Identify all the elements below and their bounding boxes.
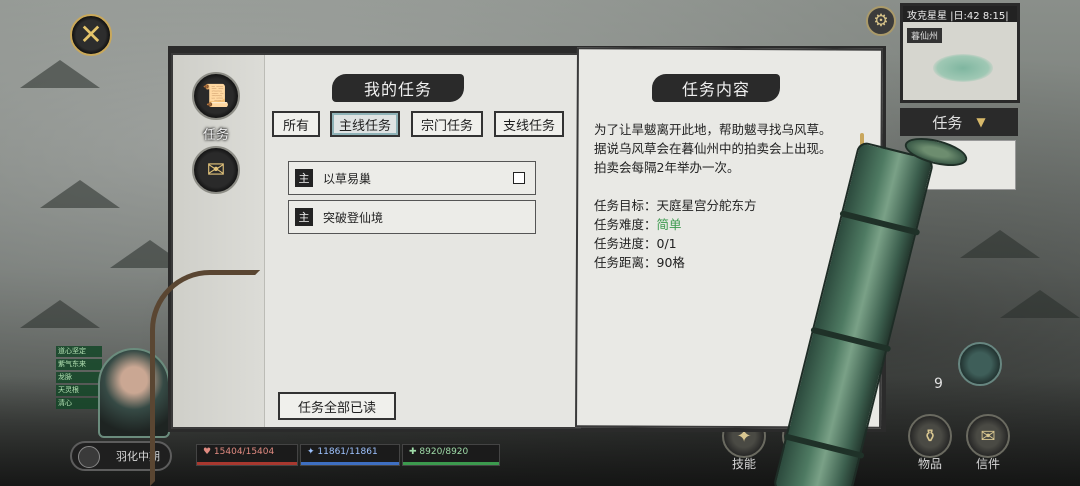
minimap-lake bbox=[933, 54, 993, 82]
bamboo-node bbox=[839, 210, 921, 236]
stamina-fill bbox=[403, 462, 499, 465]
map-mountain bbox=[960, 230, 1040, 258]
quest-type-badge: 主 bbox=[295, 208, 313, 226]
filter-tab-side[interactable]: 支线任务 bbox=[494, 111, 564, 137]
field-label: 任务目标： bbox=[594, 198, 657, 213]
close-icon: ✕ bbox=[79, 18, 103, 51]
status-item: 龙脉 bbox=[56, 372, 102, 383]
player-status-list: 道心坚定 紫气东来 龙脉 天灵根 清心 bbox=[56, 346, 102, 411]
filter-tab-sect[interactable]: 宗门任务 bbox=[411, 111, 483, 137]
task-dropdown-label: 任务 bbox=[932, 113, 963, 132]
field-label: 任务难度： bbox=[594, 217, 657, 232]
quest-row[interactable]: 主 突破登仙境 bbox=[288, 200, 536, 234]
filter-tab-main[interactable]: 主线任务 bbox=[330, 111, 400, 137]
quest-detail-title: 任务内容 bbox=[652, 74, 780, 102]
mail-glyph: ✉ bbox=[980, 425, 996, 447]
difficulty-value: 简单 bbox=[656, 217, 682, 232]
quest-description[interactable]: 为了让旱魃离开此地，帮助魃寻找乌风草。 据说乌风草会在暮仙州中的拍卖会上出现。 … bbox=[594, 120, 856, 306]
minimap-title: 攻克星星 |日:42 8:15| bbox=[903, 6, 1017, 22]
mark-all-read-button[interactable]: 任务全部已读 bbox=[278, 392, 396, 420]
status-item: 紫气东来 bbox=[56, 359, 102, 370]
field-value: 天庭星宫分舵东方 bbox=[656, 198, 757, 213]
bottom-label-items: 物品 bbox=[917, 457, 942, 471]
tab-letters[interactable]: ✉ bbox=[192, 146, 240, 194]
quest-type-badge: 主 bbox=[295, 169, 313, 187]
description-paragraph: 为了让旱魃离开此地，帮助魃寻找乌风草。 bbox=[594, 122, 832, 137]
chevron-down-icon: ▼ bbox=[976, 115, 986, 129]
settings-gear-icon[interactable]: ⚙ bbox=[866, 6, 896, 36]
rope-decoration bbox=[150, 270, 260, 486]
quest-target-row: 任务目标：天庭星宫分舵东方 bbox=[594, 196, 856, 215]
field-label: 任务进度： bbox=[594, 236, 657, 251]
mp-text: ✦ 11861/11861 bbox=[307, 447, 378, 457]
field-label: 任务距离： bbox=[594, 255, 657, 270]
map-mountain bbox=[20, 60, 100, 88]
quest-list-title: 我的任务 bbox=[332, 74, 464, 102]
quest-progress-row: 任务进度：0/1 bbox=[594, 234, 856, 253]
bottom-label-mail: 信件 bbox=[975, 457, 1000, 471]
quest-distance-row: 任务距离：90格 bbox=[594, 253, 856, 272]
tab-quests[interactable]: 📜 bbox=[192, 72, 240, 120]
quest-row[interactable]: 主 以草易巢 bbox=[288, 161, 536, 195]
minimap[interactable]: 攻克星星 |日:42 8:15| 暮仙州 bbox=[900, 3, 1020, 103]
field-value: 90格 bbox=[656, 255, 685, 270]
bamboo-node bbox=[783, 433, 865, 460]
companion-avatar-icon[interactable] bbox=[958, 342, 1002, 386]
realm-orb-icon bbox=[78, 446, 100, 468]
description-paragraph: 据说乌风草会在暮仙州中的拍卖会上出现。 bbox=[594, 141, 832, 156]
bottom-label-skill: 技能 bbox=[731, 457, 756, 471]
scroll-icon: 📜 bbox=[202, 83, 230, 109]
letter-icon: ✉ bbox=[206, 157, 226, 183]
field-value: 0/1 bbox=[656, 236, 677, 251]
quest-name: 以草易巢 bbox=[323, 171, 372, 186]
bag-glyph: ⚱ bbox=[922, 425, 938, 447]
mail-icon[interactable]: ✉ bbox=[966, 414, 1010, 458]
quest-difficulty-row: 任务难度：简单 bbox=[594, 215, 856, 234]
quest-name: 突破登仙境 bbox=[323, 210, 384, 225]
minimap-area-tag: 暮仙州 bbox=[907, 28, 943, 43]
mp-fill bbox=[301, 462, 399, 465]
status-item: 清心 bbox=[56, 398, 102, 409]
description-paragraph: 拍卖会每隔2年举办一次。 bbox=[594, 160, 740, 175]
bag-icon[interactable]: ⚱ bbox=[908, 414, 952, 458]
stamina-bar: ✚ 8920/8920 bbox=[402, 444, 500, 466]
tab-quests-label: 任务 bbox=[202, 128, 229, 143]
task-tracker-dropdown[interactable]: 任务 ▼ bbox=[900, 108, 1018, 136]
stamina-text: ✚ 8920/8920 bbox=[409, 447, 469, 457]
bamboo-node bbox=[810, 326, 892, 353]
quest-track-checkbox[interactable] bbox=[513, 172, 525, 184]
map-mountain bbox=[20, 300, 100, 328]
side-count: 9 bbox=[934, 376, 943, 392]
map-mountain bbox=[1000, 290, 1080, 318]
map-mountain bbox=[40, 180, 120, 208]
close-button[interactable]: ✕ bbox=[70, 14, 112, 56]
filter-tab-all[interactable]: 所有 bbox=[272, 111, 320, 137]
status-item: 道心坚定 bbox=[56, 346, 102, 357]
status-item: 天灵根 bbox=[56, 385, 102, 396]
mp-bar: ✦ 11861/11861 bbox=[300, 444, 400, 466]
